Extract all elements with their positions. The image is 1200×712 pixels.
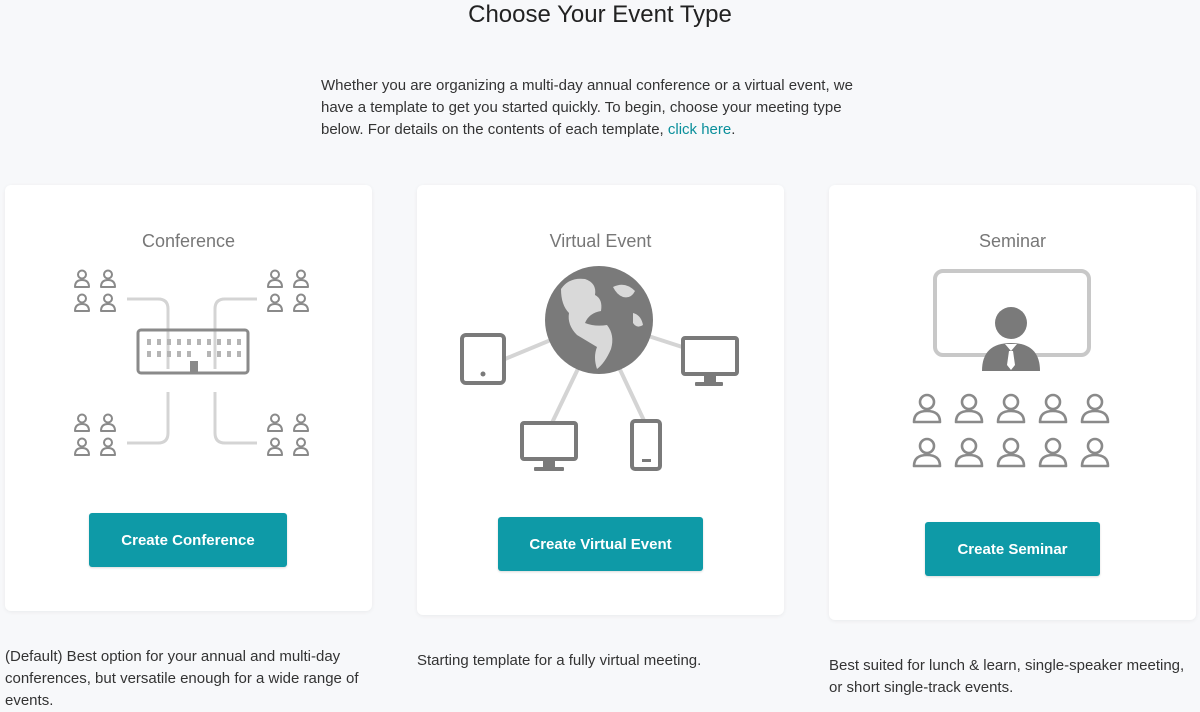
presenter-audience-icon	[912, 269, 1110, 468]
create-virtual-event-button[interactable]: Create Virtual Event	[498, 517, 703, 571]
page-title: Choose Your Event Type	[468, 1, 732, 28]
intro-text: Whether you are organizing a multi-day a…	[321, 77, 853, 138]
conference-description: (Default) Best option for your annual an…	[5, 648, 359, 709]
event-type-page: Choose Your Event Type Whether you are o…	[0, 0, 1200, 712]
intro-paragraph: Whether you are organizing a multi-day a…	[321, 75, 887, 141]
intro-suffix: .	[731, 121, 736, 138]
details-link[interactable]: click here	[668, 121, 731, 138]
virtual-event-card: Virtual Event Create Virtual Event	[417, 185, 784, 615]
conference-network-icon	[65, 265, 325, 475]
seminar-card: Seminar Create Seminar	[829, 185, 1196, 620]
seminar-description: Best suited for lunch & learn, single-sp…	[829, 657, 1185, 696]
create-seminar-button[interactable]: Create Seminar	[925, 522, 1100, 576]
virtual-event-card-title: Virtual Event	[549, 231, 652, 251]
globe-devices-icon	[460, 266, 739, 471]
seminar-card-title: Seminar	[978, 231, 1047, 251]
virtual-event-description: Starting template for a fully virtual me…	[417, 652, 702, 669]
create-conference-button[interactable]: Create Conference	[89, 513, 287, 567]
conference-card-title: Conference	[141, 231, 236, 251]
conference-card: Conference Create Conference	[5, 185, 372, 611]
